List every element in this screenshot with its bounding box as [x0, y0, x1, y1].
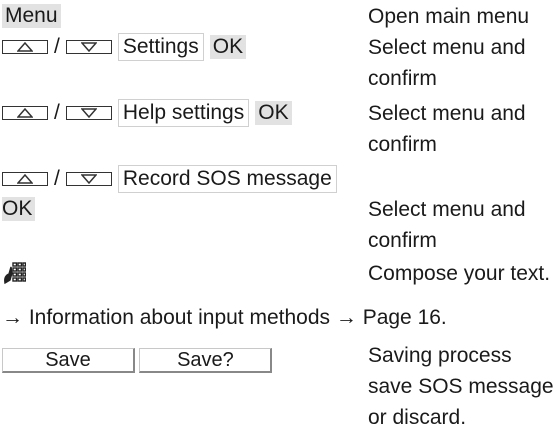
- ok-key-label[interactable]: OK: [209, 35, 247, 59]
- up-key-icon[interactable]: [2, 172, 48, 186]
- step-description: Open main menu: [368, 5, 530, 28]
- keypad-icon: [4, 262, 26, 285]
- step-description: Select menu and confirm: [368, 102, 526, 156]
- up-key-icon[interactable]: [2, 106, 48, 120]
- softkey-save[interactable]: Save: [2, 348, 135, 373]
- down-key-icon[interactable]: [65, 172, 112, 186]
- step-description: Select menu and confirm: [368, 198, 526, 252]
- up-key-icon[interactable]: [2, 40, 48, 54]
- softkey-group: Save Save?: [2, 343, 273, 373]
- slash-separator: /: [54, 35, 60, 58]
- menu-item-help-settings[interactable]: Help settings: [117, 99, 250, 127]
- step-open-menu: Menu Open main menu: [0, 1, 560, 31]
- softkey-description: Saving process save SOS message or discard…: [368, 344, 554, 429]
- slash-separator: /: [54, 101, 60, 124]
- step-confirm-ok: OK Select menu and confirm: [0, 194, 560, 252]
- down-key-icon[interactable]: [65, 40, 112, 54]
- menu-item-record-sos-message[interactable]: Record SOS message: [117, 165, 337, 193]
- step-select-record-sos: / Record SOS message: [0, 164, 560, 194]
- down-key-icon[interactable]: [65, 106, 112, 120]
- ok-key-label[interactable]: OK: [2, 197, 36, 221]
- input-methods-reference[interactable]: → Information about input methods → Page…: [2, 306, 447, 330]
- ok-key-label[interactable]: OK: [255, 101, 292, 125]
- step-compose-text: Compose your text.: [0, 258, 560, 288]
- menu-key-label[interactable]: Menu: [2, 4, 61, 28]
- step-select-settings: / Settings OK Select menu and confirm: [0, 32, 560, 90]
- step-select-help-settings: / Help settings OK Select menu and confir…: [0, 98, 560, 156]
- step-description: Compose your text.: [368, 262, 551, 285]
- slash-separator: /: [54, 167, 60, 190]
- softkey-save-question[interactable]: Save?: [139, 348, 273, 373]
- menu-item-settings[interactable]: Settings: [117, 33, 204, 61]
- step-description: Select menu and confirm: [368, 36, 526, 90]
